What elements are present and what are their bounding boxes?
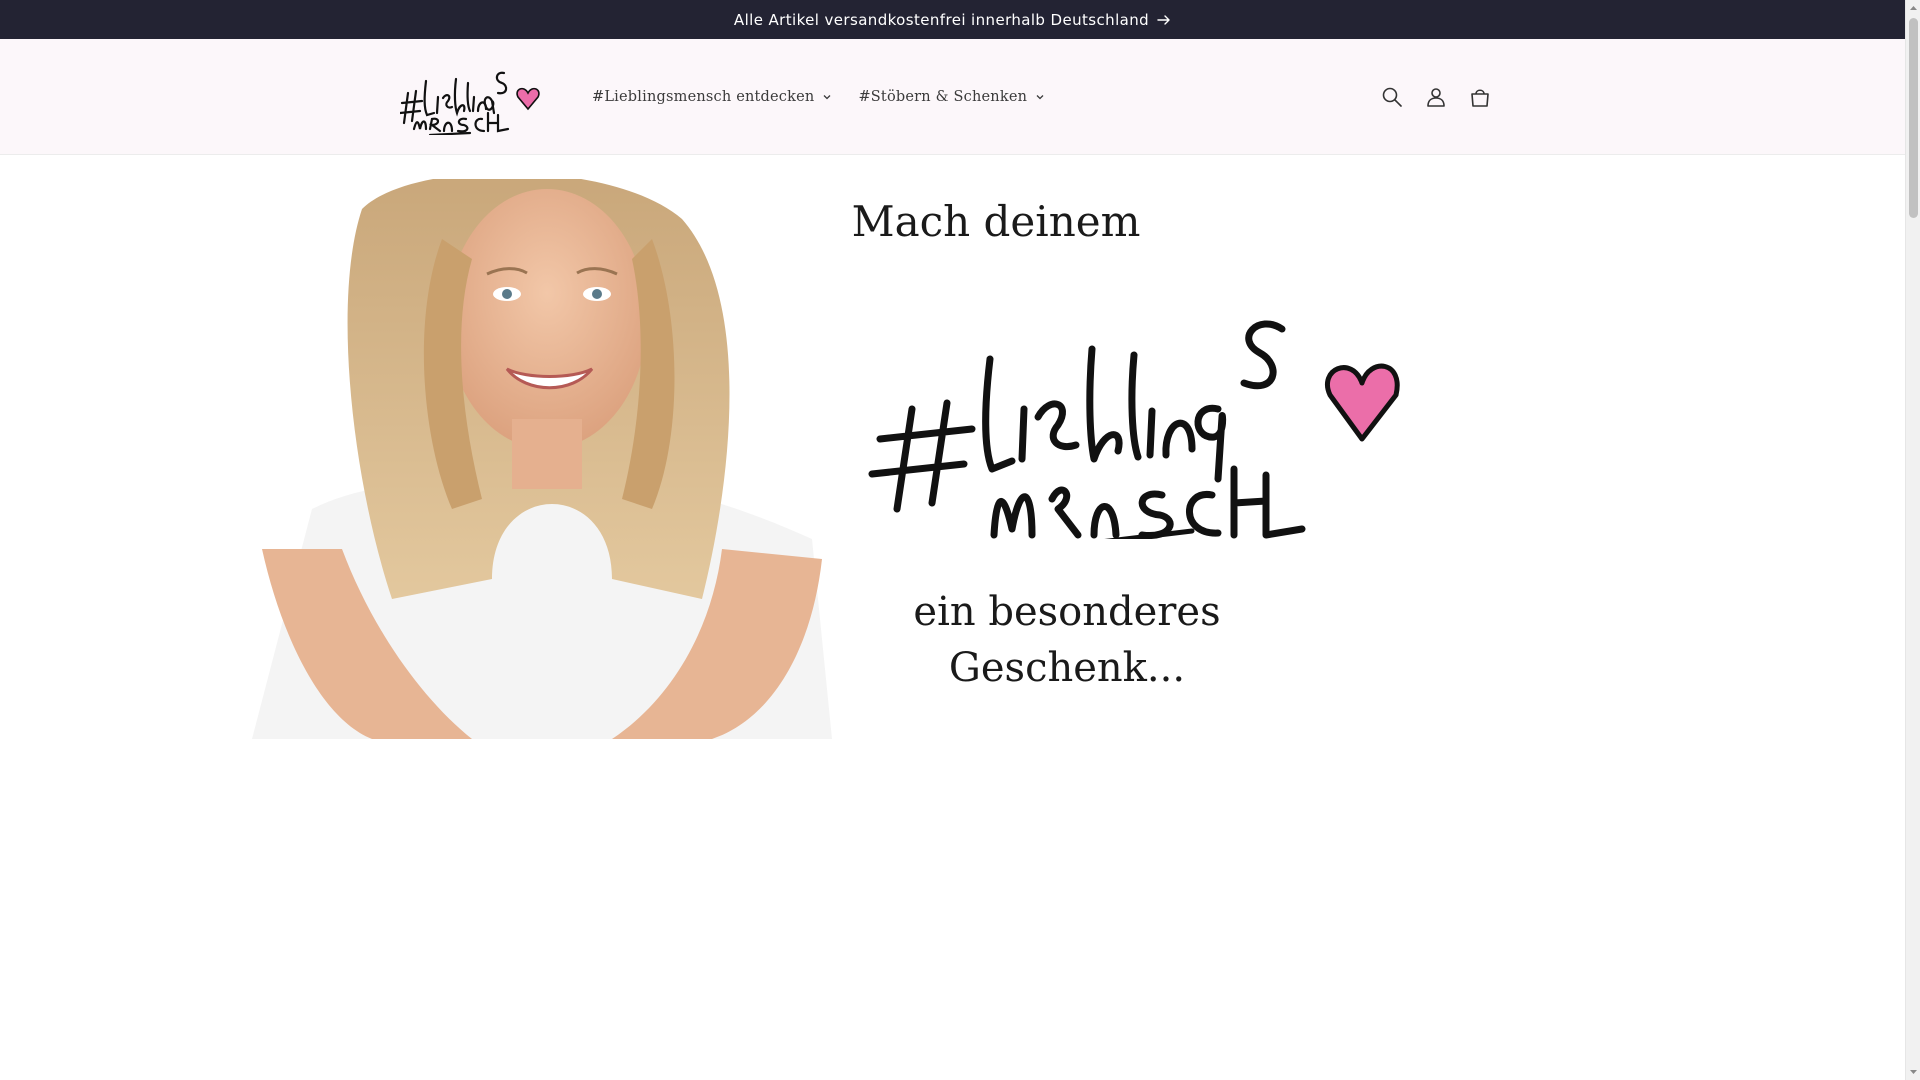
announcement-link[interactable]: Alle Artikel versandkostenfrei innerhalb… [734,11,1171,29]
hero-woman-image [252,179,832,739]
hero-heading-top: Mach deinem [851,197,1141,246]
hero-line-bottom-1: ein besonderes [913,589,1221,635]
scroll-thumb[interactable] [1909,18,1918,218]
account-icon [1427,88,1445,107]
announcement-text: Alle Artikel versandkostenfrei innerhalb… [733,10,1150,29]
announcement-bar: Alle Artikel versandkostenfrei innerhalb… [0,0,1905,39]
hero-brand-logo [868,320,1400,539]
site-header: #Lieblingsmensch entdecken #Stöbern & Sc… [0,39,1905,155]
hero-heading-bottom: ein besonderes Geschenk... [892,584,1242,696]
hero-banner[interactable]: Mach deinem ein besonderes Geschenk... [252,179,1422,739]
nav-item-stoebern-schenken[interactable]: #Stöbern & Schenken [848,81,1055,113]
main-nav: #Lieblingsmensch entdecken #Stöbern & Sc… [582,39,1055,155]
account-button[interactable] [1418,75,1454,119]
brand-logo[interactable] [400,63,556,135]
page-scrollbar[interactable] [1905,0,1920,1080]
scroll-up-icon[interactable] [1909,4,1918,13]
cart-button[interactable] [1462,75,1498,119]
nav-item-label: #Lieblingsmensch entdecken [592,89,815,105]
hero-line-bottom-2: Geschenk... [948,645,1186,691]
chevron-down-icon [1036,95,1044,100]
search-icon [1382,87,1402,107]
search-button[interactable] [1374,75,1410,119]
nav-item-lieblingsmensch-entdecken[interactable]: #Lieblingsmensch entdecken [582,81,842,113]
header-icons [1374,39,1498,155]
nav-item-label: #Stöbern & Schenken [858,89,1028,105]
cart-icon [1471,89,1489,107]
arrow-right-icon [1157,14,1170,25]
chevron-down-icon [823,95,831,100]
scroll-down-icon[interactable] [1909,1067,1918,1076]
